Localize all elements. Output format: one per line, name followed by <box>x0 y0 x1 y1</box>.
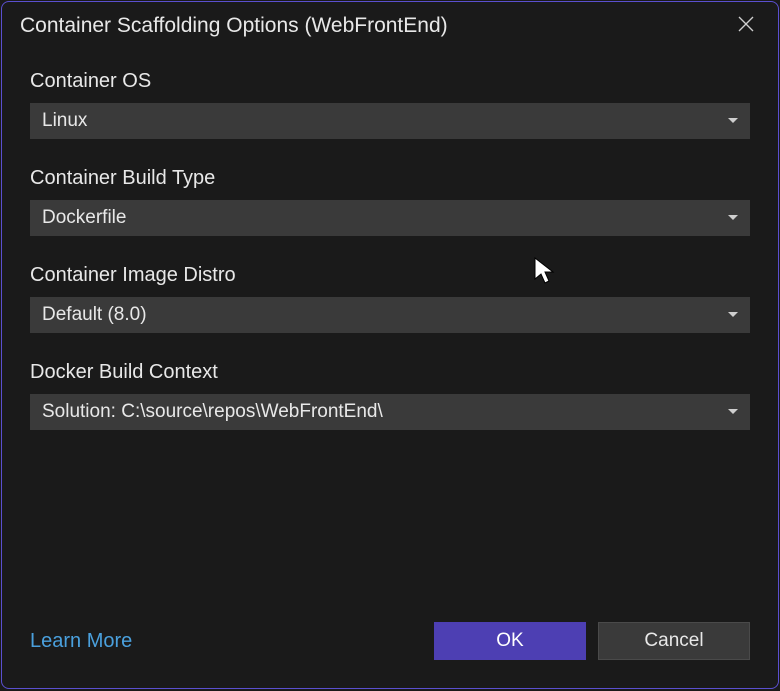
close-icon <box>737 15 755 38</box>
dialog-footer: Learn More OK Cancel <box>2 622 778 688</box>
container-os-label: Container OS <box>30 70 750 93</box>
chevron-down-icon <box>728 118 738 124</box>
field-container-build-type: Container Build Type Dockerfile <box>30 167 750 236</box>
dialog-content: Container OS Linux Container Build Type … <box>2 48 778 622</box>
container-image-distro-value: Default (8.0) <box>42 304 147 326</box>
chevron-down-icon <box>728 409 738 415</box>
chevron-down-icon <box>728 312 738 318</box>
learn-more-link[interactable]: Learn More <box>30 630 132 653</box>
dialog-title: Container Scaffolding Options (WebFrontE… <box>20 14 448 38</box>
close-button[interactable] <box>732 12 760 40</box>
container-build-type-label: Container Build Type <box>30 167 750 190</box>
container-build-type-value: Dockerfile <box>42 207 126 229</box>
docker-build-context-dropdown[interactable]: Solution: C:\source\repos\WebFrontEnd\ <box>30 394 750 430</box>
ok-button[interactable]: OK <box>434 622 586 660</box>
container-build-type-dropdown[interactable]: Dockerfile <box>30 200 750 236</box>
button-row: OK Cancel <box>434 622 750 660</box>
docker-build-context-label: Docker Build Context <box>30 361 750 384</box>
titlebar: Container Scaffolding Options (WebFrontE… <box>2 2 778 48</box>
chevron-down-icon <box>728 215 738 221</box>
field-container-os: Container OS Linux <box>30 70 750 139</box>
dialog-container: Container Scaffolding Options (WebFrontE… <box>1 1 779 689</box>
container-os-value: Linux <box>42 110 87 132</box>
container-os-dropdown[interactable]: Linux <box>30 103 750 139</box>
docker-build-context-value: Solution: C:\source\repos\WebFrontEnd\ <box>42 401 383 423</box>
container-image-distro-label: Container Image Distro <box>30 264 750 287</box>
field-container-image-distro: Container Image Distro Default (8.0) <box>30 264 750 333</box>
cancel-button[interactable]: Cancel <box>598 622 750 660</box>
field-docker-build-context: Docker Build Context Solution: C:\source… <box>30 361 750 430</box>
container-image-distro-dropdown[interactable]: Default (8.0) <box>30 297 750 333</box>
